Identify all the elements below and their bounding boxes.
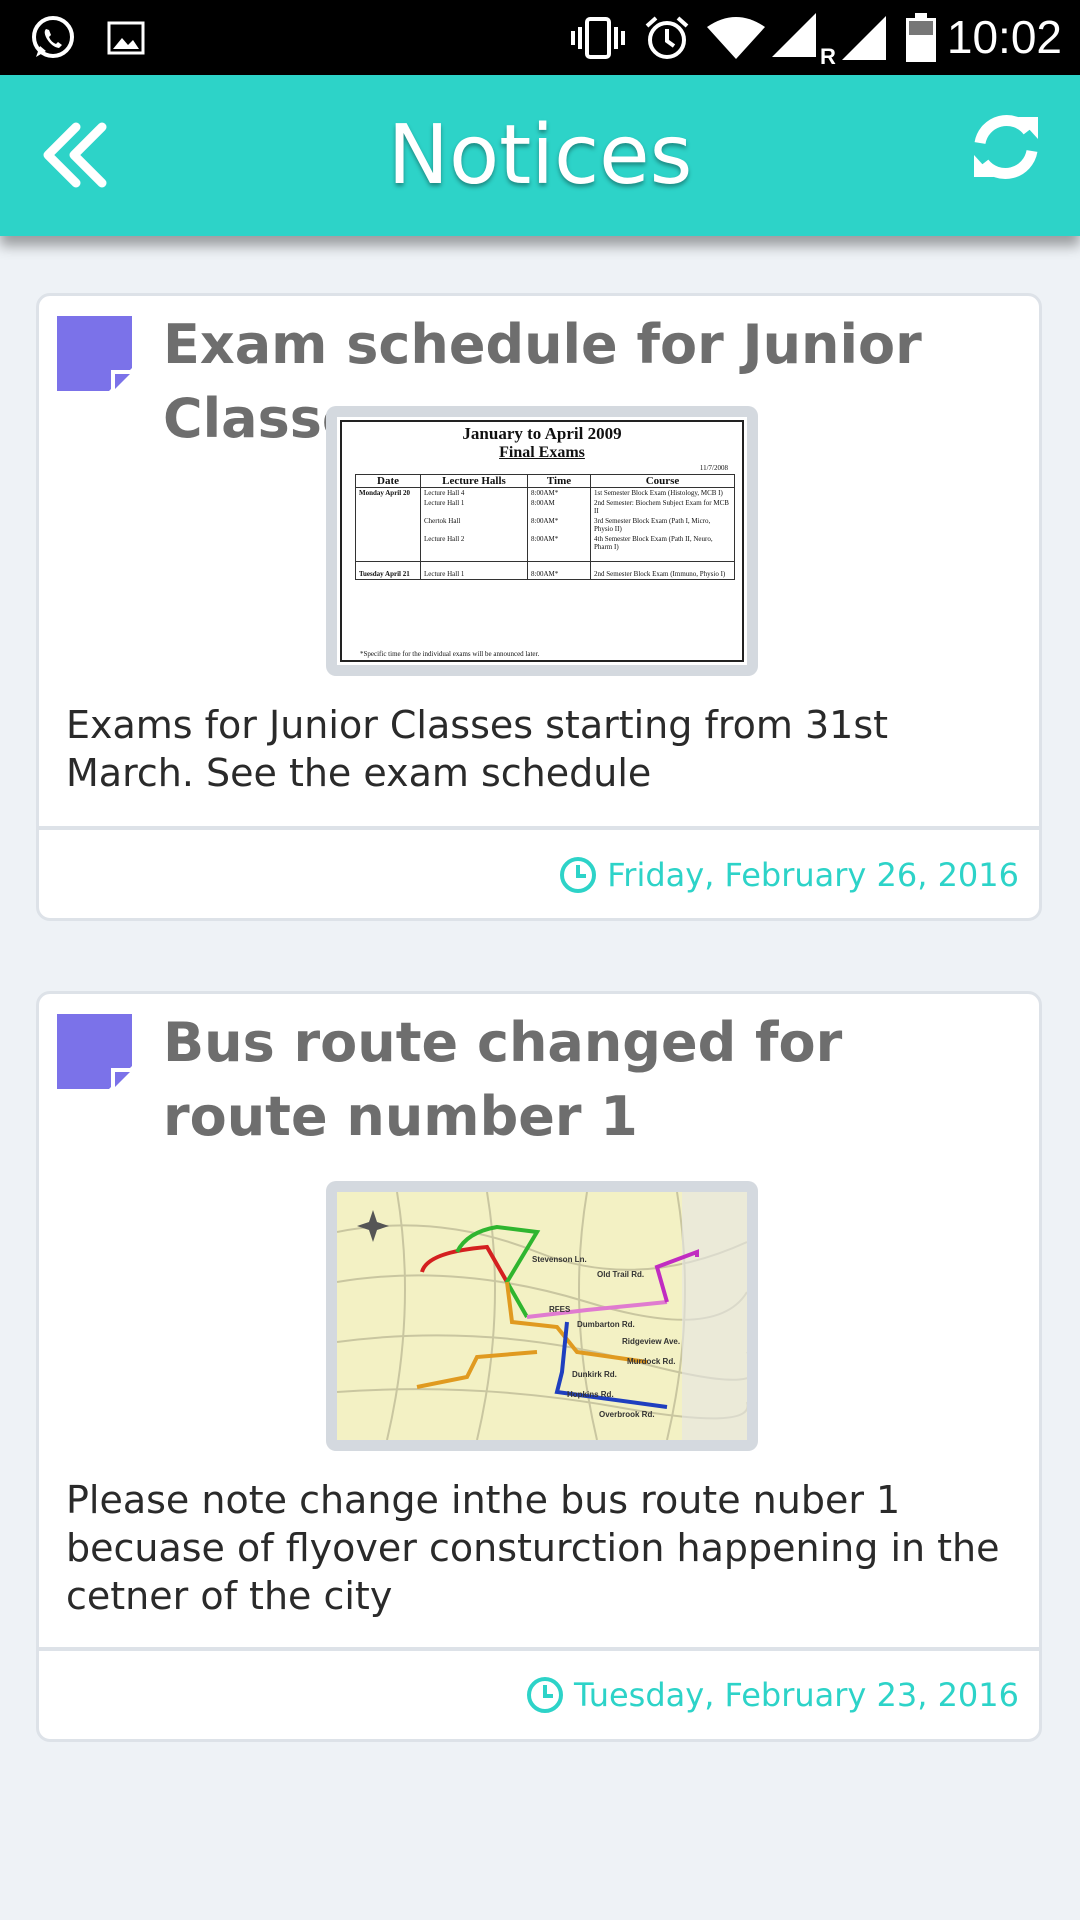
map-label: Overbrook Rd. — [599, 1410, 655, 1419]
whatsapp-icon — [28, 0, 78, 75]
refresh-button[interactable] — [966, 107, 1046, 187]
col-header: Course — [590, 474, 735, 488]
col-header: Lecture Halls — [420, 474, 528, 488]
col-header: Date — [355, 474, 421, 488]
clock-icon — [560, 857, 597, 893]
table-row: Monday April 20 Lecture Hall 4 8:00AM* 1… — [355, 487, 735, 498]
map-label: Hopkins Rd. — [567, 1390, 614, 1399]
exam-table: Date Lecture Halls Time Course Monday Ap… — [355, 474, 735, 580]
notice-card[interactable]: Exam schedule for Junior Classes January… — [36, 293, 1042, 921]
table-row: Lecture Hall 2 8:00AM* 4th Semester Bloc… — [355, 534, 735, 562]
notice-body: Exams for Junior Classes starting from 3… — [66, 703, 889, 795]
map-label: RFES — [549, 1305, 571, 1314]
sticky-note-icon — [57, 316, 132, 391]
status-time: 10:02 — [946, 11, 1062, 63]
sticky-note-icon — [57, 1014, 132, 1089]
notice-image[interactable]: January to April 2009 Final Exams 11/7/2… — [326, 406, 758, 676]
card-divider — [39, 826, 1039, 830]
notice-date: Tuesday, February 23, 2016 — [574, 1676, 1019, 1714]
table-row: Tuesday April 21 Lecture Hall 1 8:00AM* … — [355, 561, 735, 580]
status-bar: R 10:02 — [0, 0, 1080, 75]
doc-date: 11/7/2008 — [699, 464, 728, 472]
vibrate-icon — [570, 0, 626, 75]
col-header: Time — [527, 474, 591, 488]
exam-schedule-document: January to April 2009 Final Exams 11/7/2… — [340, 420, 744, 662]
roaming-label: R — [820, 44, 836, 65]
card-divider — [39, 1647, 1039, 1651]
clock-icon — [527, 1677, 563, 1713]
battery-icon — [904, 0, 938, 75]
page-title: Notices — [387, 108, 693, 203]
map-label: Ridgeview Ave. — [622, 1337, 680, 1346]
notice-date-row: Friday, February 26, 2016 — [559, 850, 1019, 900]
notice-image[interactable]: Stevenson Ln. Old Trail Rd. Dumbarton Rd… — [326, 1181, 758, 1451]
table-row: Lecture Hall 1 8:00AM 2nd Semester: Bioc… — [355, 498, 735, 516]
doc-footnote: *Specific time for the individual exams … — [360, 650, 540, 658]
doc-heading: January to April 2009 — [462, 424, 622, 443]
signal-icon — [840, 0, 888, 75]
map-label: Old Trail Rd. — [597, 1270, 644, 1279]
route-map: Stevenson Ln. Old Trail Rd. Dumbarton Rd… — [337, 1192, 747, 1440]
notice-title: Bus route changed for route number 1 — [163, 1011, 843, 1148]
image-icon — [106, 0, 146, 75]
map-label: Murdock Rd. — [627, 1357, 675, 1366]
notice-date: Friday, February 26, 2016 — [607, 856, 1019, 894]
notice-card[interactable]: Bus route changed for route number 1 Ste… — [36, 991, 1042, 1742]
table-row: Chertok Hall 8:00AM* 3rd Semester Block … — [355, 516, 735, 534]
notice-date-row: Tuesday, February 23, 2016 — [526, 1670, 1019, 1720]
map-label: Stevenson Ln. — [532, 1255, 587, 1264]
alarm-icon — [643, 0, 691, 75]
app-bar: Notices — [0, 75, 1080, 236]
refresh-icon — [974, 115, 1038, 179]
map-label: Dumbarton Rd. — [577, 1320, 635, 1329]
wifi-icon — [706, 0, 766, 75]
notice-body: Please note change inthe bus route nuber… — [66, 1478, 1000, 1618]
signal-roaming-icon: R — [770, 0, 836, 75]
map-label: Dunkirk Rd. — [572, 1370, 617, 1379]
doc-subheading: Final Exams — [499, 444, 585, 461]
